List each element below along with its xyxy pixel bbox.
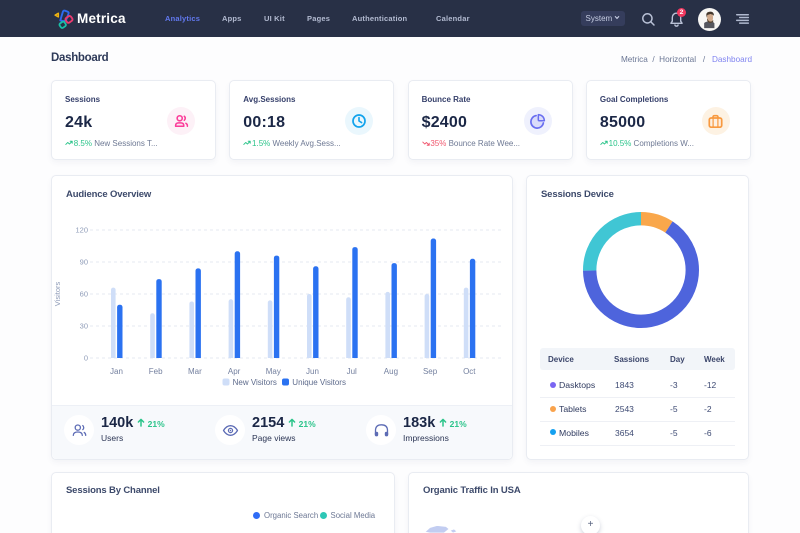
svg-text:Visitors: Visitors [53, 282, 62, 307]
svg-text:Jun: Jun [306, 367, 319, 376]
svg-text:0: 0 [84, 354, 88, 363]
svg-text:90: 90 [80, 258, 88, 267]
svg-text:May: May [266, 367, 281, 376]
svg-text:Jan: Jan [110, 367, 123, 376]
svg-text:30: 30 [80, 322, 88, 331]
svg-text:Feb: Feb [149, 367, 163, 376]
svg-text:Oct: Oct [463, 367, 476, 376]
svg-text:Aug: Aug [384, 367, 398, 376]
svg-text:New Visitors: New Visitors [233, 378, 277, 387]
svg-text:120: 120 [75, 226, 88, 235]
svg-text:Unique Visitors: Unique Visitors [292, 378, 346, 387]
svg-text:Jul: Jul [347, 367, 357, 376]
svg-text:60: 60 [80, 290, 88, 299]
svg-text:Apr: Apr [228, 367, 241, 376]
svg-text:Mar: Mar [188, 367, 202, 376]
svg-text:Sep: Sep [423, 367, 438, 376]
